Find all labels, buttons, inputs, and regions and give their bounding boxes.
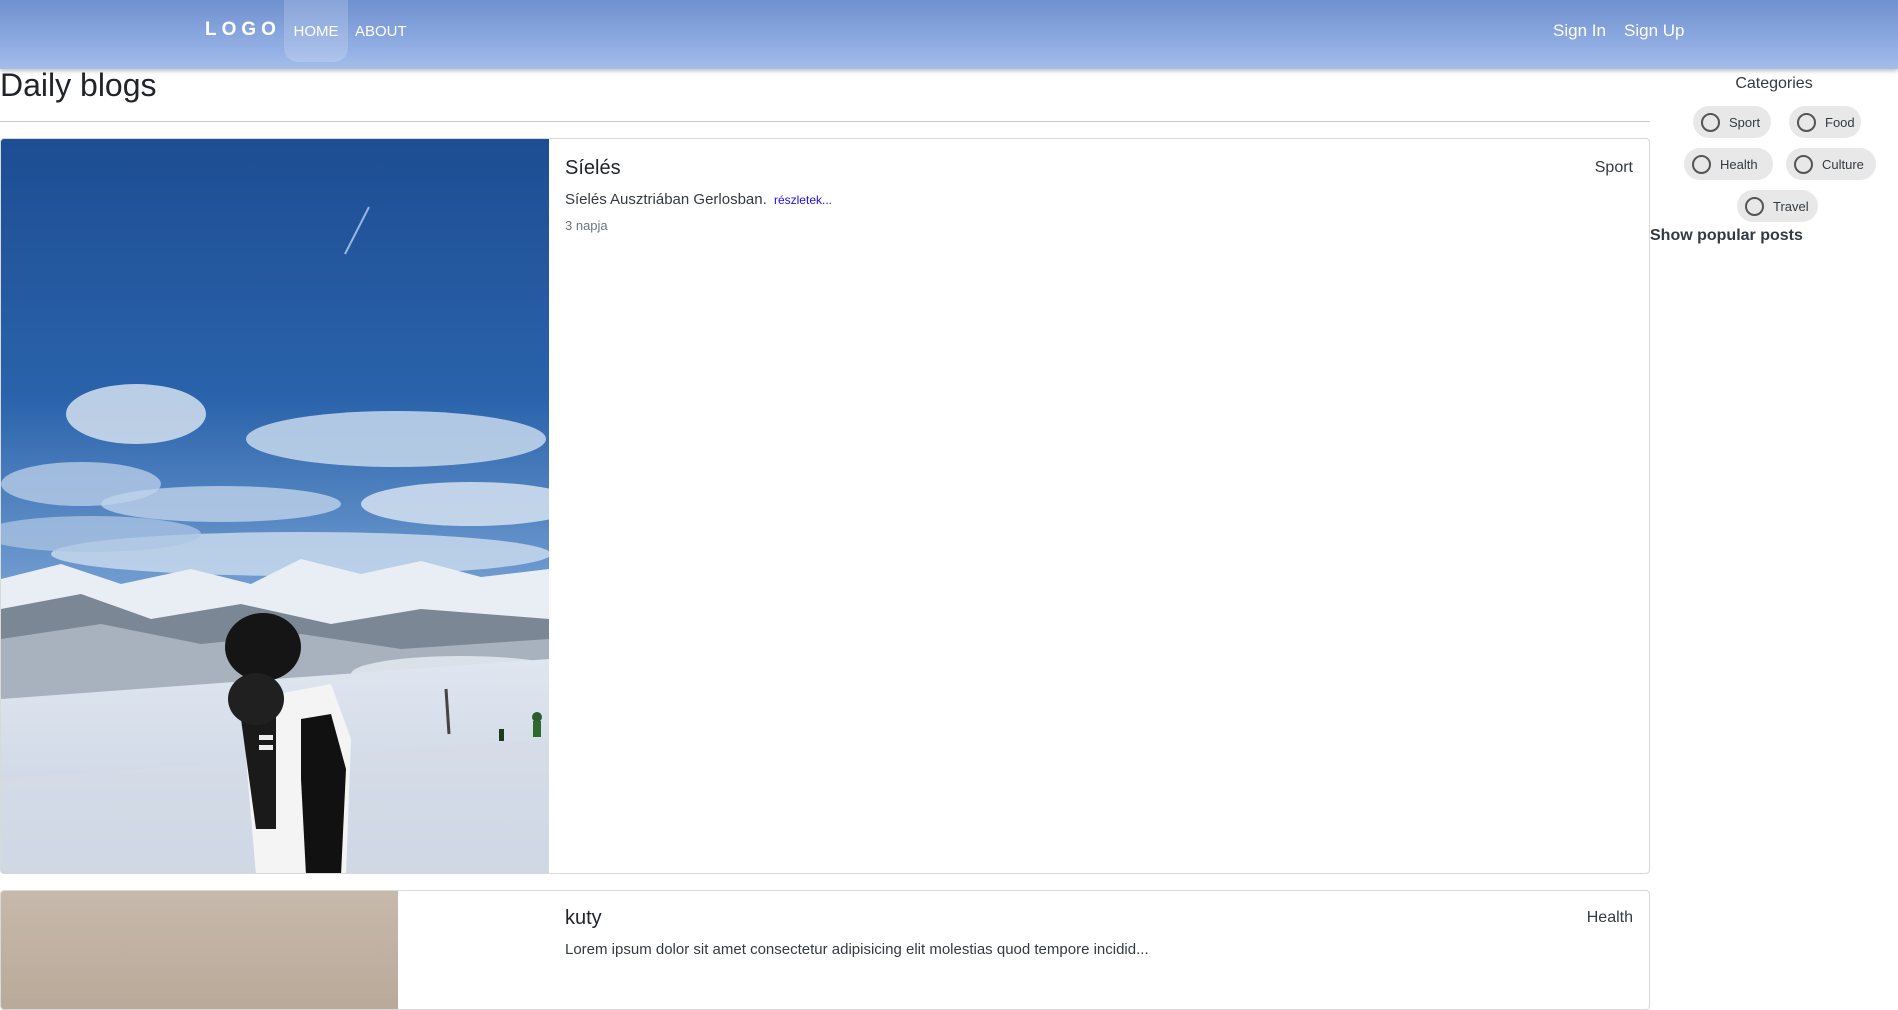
post-card[interactable]: Síelés Sport Síelés Ausztriában Gerlosba… (0, 138, 1650, 874)
category-filter-food[interactable]: Food (1789, 106, 1861, 138)
category-filter-health[interactable]: Health (1684, 148, 1773, 180)
post-age: 3 napja (565, 218, 608, 233)
category-label: Sport (1729, 114, 1761, 130)
radio-icon[interactable] (1701, 112, 1720, 132)
category-filter-culture[interactable]: Culture (1786, 148, 1876, 180)
post-category: Health (1586, 909, 1633, 926)
logo[interactable]: LOGO (205, 19, 281, 41)
category-filter-sport[interactable]: Sport (1693, 106, 1771, 138)
post-excerpt: Síelés Ausztriában Gerlosban. részletek.… (565, 191, 832, 208)
category-label: Food (1825, 114, 1855, 130)
read-more-link[interactable]: részletek... (774, 193, 832, 207)
category-label: Travel (1773, 198, 1809, 214)
post-excerpt-text: Lorem ipsum dolor sit amet consectetur a… (565, 941, 1149, 958)
divider (0, 121, 1650, 122)
radio-icon[interactable] (1692, 154, 1711, 174)
post-card[interactable]: kuty Health Lorem ipsum dolor sit amet c… (0, 890, 1650, 1010)
post-title[interactable]: kuty (565, 907, 602, 930)
sign-up-link[interactable]: Sign Up (1624, 21, 1684, 41)
post-image[interactable] (1, 139, 549, 873)
nav-about-link[interactable]: ABOUT (355, 23, 407, 40)
page-title: Daily blogs (0, 67, 157, 103)
post-excerpt-text: Síelés Ausztriában Gerlosban. (565, 191, 767, 208)
category-filter-travel[interactable]: Travel (1737, 190, 1818, 222)
categories-heading: Categories (1735, 75, 1813, 92)
post-image[interactable] (1, 891, 398, 1009)
radio-icon[interactable] (1745, 196, 1764, 216)
post-title[interactable]: Síelés (565, 157, 621, 180)
show-popular-posts-link[interactable]: Show popular posts (1650, 227, 1803, 245)
nav-home-link[interactable]: HOME (284, 0, 348, 62)
radio-icon[interactable] (1797, 112, 1816, 132)
category-label: Health (1720, 156, 1758, 172)
category-label: Culture (1822, 156, 1864, 172)
navbar: LOGO HOME ABOUT Sign In Sign Up (0, 0, 1898, 69)
sign-in-link[interactable]: Sign In (1553, 21, 1606, 41)
sidebar: Categories Sport Food Health Culture Tra… (1650, 69, 1898, 948)
post-category: Sport (1594, 159, 1633, 176)
radio-icon[interactable] (1794, 154, 1813, 174)
